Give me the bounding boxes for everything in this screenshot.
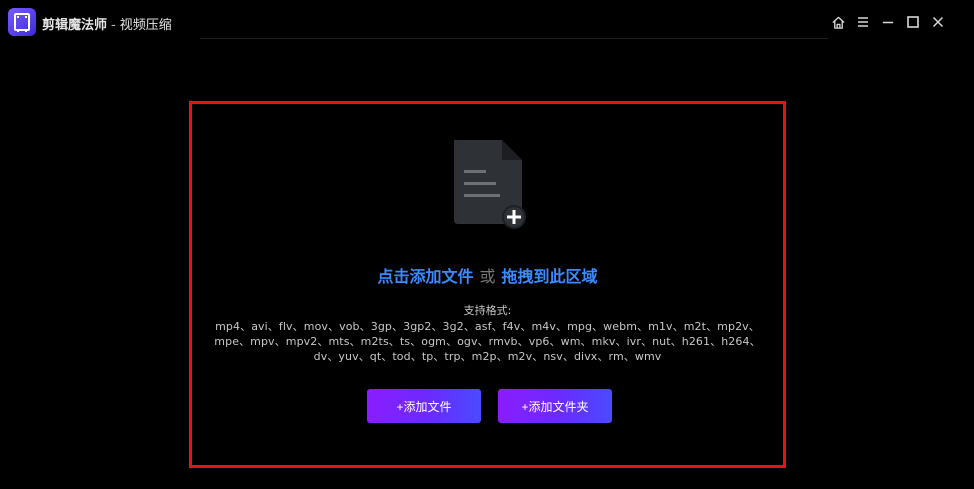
maximize-icon[interactable] xyxy=(905,14,921,30)
title-separator: - xyxy=(111,18,116,33)
add-folder-button[interactable]: +添加文件夹 xyxy=(498,389,612,423)
app-name: 剪辑魔法师 xyxy=(42,18,108,33)
add-file-button[interactable]: +添加文件 xyxy=(367,389,481,423)
menu-icon[interactable] xyxy=(855,14,871,30)
page-name: 视频压缩 xyxy=(119,18,172,33)
window-controls xyxy=(830,12,946,32)
window-title: 剪辑魔法师 - 视频压缩 xyxy=(42,14,172,33)
or-text: 或 xyxy=(479,267,496,286)
click-to-add-link[interactable]: 点击添加文件 xyxy=(377,267,473,286)
app-logo xyxy=(8,8,36,36)
formats-title: 支持格式: xyxy=(463,304,512,317)
file-drop-zone[interactable]: 点击添加文件或拖拽到此区域 支持格式: mp4、avi、flv、mov、vob、… xyxy=(189,101,786,468)
film-icon xyxy=(14,13,30,32)
upload-prompt: 点击添加文件或拖拽到此区域 xyxy=(192,263,783,287)
add-file-icon[interactable] xyxy=(450,138,526,230)
close-icon[interactable] xyxy=(930,14,946,30)
home-icon[interactable] xyxy=(830,14,846,30)
title-bar: 剪辑魔法师 - 视频压缩 xyxy=(0,0,974,46)
formats-list-line-3: dv、yuv、qt、tod、tp、trp、m2p、m2v、nsv、divx、rm… xyxy=(313,350,662,363)
title-divider xyxy=(200,38,828,39)
formats-list-line-1: mp4、avi、flv、mov、vob、3gp、3gp2、3g2、asf、f4v… xyxy=(215,320,760,333)
minimize-icon[interactable] xyxy=(880,14,896,30)
formats-list-line-2: mpe、mpv、mpv2、mts、m2ts、ts、ogm、ogv、rmvb、vp… xyxy=(214,335,761,348)
drag-here-text: 拖拽到此区域 xyxy=(501,267,598,286)
